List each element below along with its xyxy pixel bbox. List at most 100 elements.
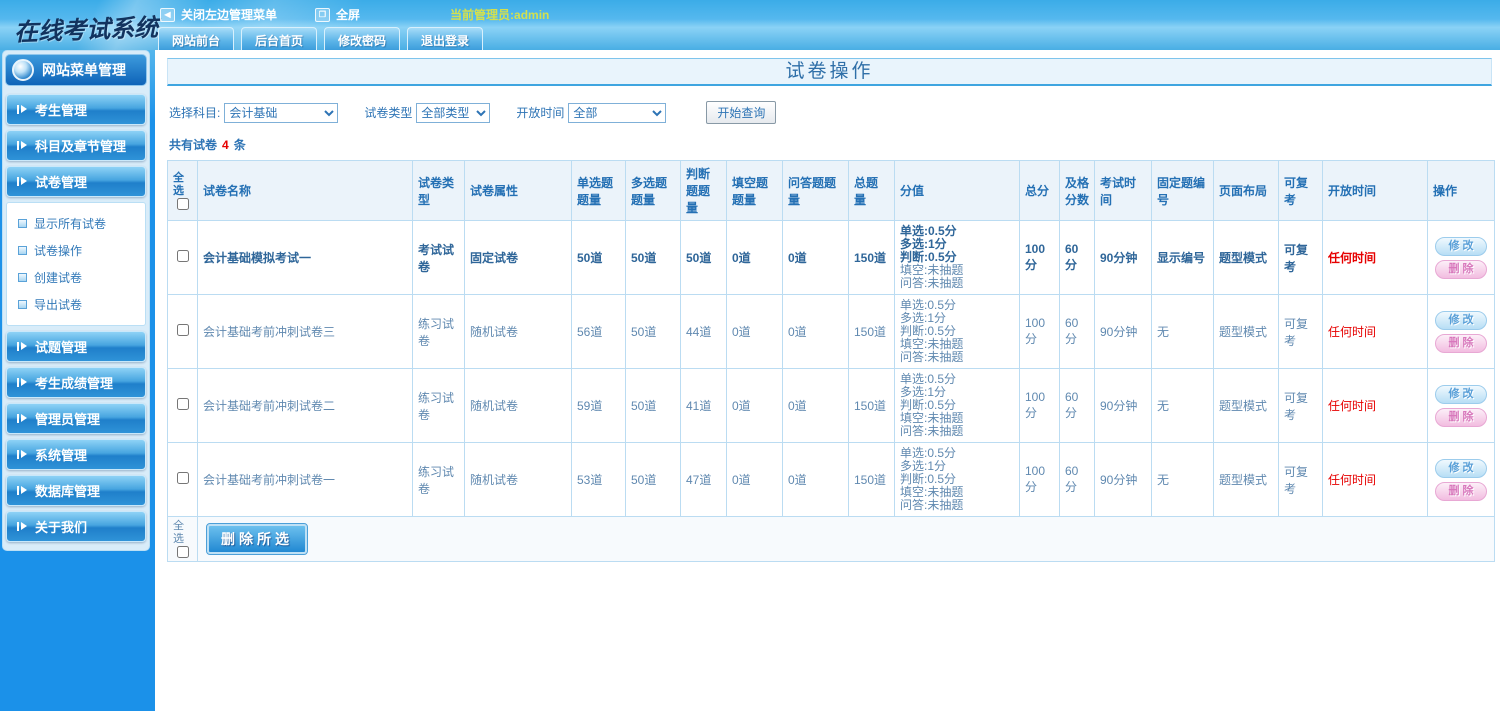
column-header: 分值	[894, 160, 1020, 221]
retake-flag: 可复考	[1278, 442, 1323, 517]
exam-name: 会计基础模拟考试一	[197, 220, 413, 295]
pass-score: 60分	[1059, 220, 1095, 295]
delete-button[interactable]: 删除	[1435, 259, 1487, 279]
sidebar-submenu-item[interactable]: 试卷操作	[11, 237, 141, 264]
sidebar-menu-button[interactable]: 管理员管理	[6, 403, 146, 434]
multi-choice-count: 50道	[625, 220, 681, 295]
square-bullet-icon	[18, 246, 27, 255]
sidebar-menu-button[interactable]: 考生管理	[6, 94, 146, 125]
square-bullet-icon	[18, 273, 27, 282]
result-summary: 共有试卷 4 条	[169, 136, 1492, 153]
delete-button[interactable]: 删除	[1435, 481, 1487, 501]
column-header: 试卷名称	[197, 160, 413, 221]
play-arrow-icon	[17, 342, 27, 351]
sidebar-submenu-item[interactable]: 创建试卷	[11, 264, 141, 291]
table-footer-row: 全选 删除所选	[167, 516, 1495, 562]
fill-blank-count: 0道	[726, 294, 783, 369]
exam-type: 考试试卷	[412, 220, 465, 295]
edit-button[interactable]: 修改	[1435, 384, 1487, 404]
summary-suffix: 条	[233, 138, 246, 152]
footer-select-all-checkbox[interactable]	[176, 546, 189, 558]
open-time: 任何时间	[1322, 220, 1428, 295]
column-header: 总题量	[848, 160, 895, 221]
total-question-count: 150道	[848, 442, 895, 517]
row-actions: 修改 删除	[1427, 220, 1495, 295]
edit-button[interactable]: 修改	[1435, 458, 1487, 478]
select-all-checkbox[interactable]	[176, 197, 189, 210]
table-row: 会计基础模拟考试一 考试试卷 固定试卷 50道 50道 50道 0道 0道 15…	[167, 220, 1495, 295]
page-layout: 题型模式	[1213, 368, 1279, 443]
total-question-count: 150道	[848, 294, 895, 369]
sidebar-submenu-label: 导出试卷	[34, 298, 83, 312]
edit-button[interactable]: 修改	[1435, 236, 1487, 256]
fixed-number: 无	[1151, 368, 1214, 443]
collapse-menu-link[interactable]: ◀ 关闭左边管理菜单	[160, 6, 277, 23]
select-all-header: 全选	[167, 160, 198, 221]
pass-score: 60分	[1059, 442, 1095, 517]
page-layout: 题型模式	[1213, 442, 1279, 517]
select-all-label: 全选	[173, 171, 184, 197]
qa-count: 0道	[782, 220, 849, 295]
exam-time: 90分钟	[1094, 442, 1152, 517]
edit-button[interactable]: 修改	[1435, 310, 1487, 330]
summary-count: 4	[222, 138, 229, 152]
footer-select-cell: 全选	[167, 516, 198, 562]
sidebar-menu-button[interactable]: 关于我们	[6, 511, 146, 542]
sidebar-submenu-item[interactable]: 显示所有试卷	[11, 210, 141, 237]
column-header: 页面布局	[1213, 160, 1279, 221]
exam-table: 全选 试卷名称 试卷类型 试卷属性 单选题题量 多选题题量 判断题题量 填空题题量 问答题题量…	[167, 160, 1495, 562]
sidebar-submenu-item[interactable]: 导出试卷	[11, 291, 141, 318]
open-time: 任何时间	[1322, 368, 1428, 443]
qa-count: 0道	[782, 294, 849, 369]
open-time-select[interactable]: 全部	[568, 102, 667, 123]
column-header: 问答题题量	[782, 160, 849, 221]
sidebar-menu-button[interactable]: 考生成绩管理	[6, 367, 146, 398]
sidebar-submenu-label: 显示所有试卷	[34, 217, 107, 231]
column-header: 试卷类型	[412, 160, 465, 221]
row-checkbox[interactable]	[176, 250, 189, 262]
row-checkbox[interactable]	[176, 472, 189, 484]
row-select-cell	[167, 368, 198, 443]
exam-attr: 随机试卷	[464, 368, 572, 443]
sidebar-menu-button[interactable]: 试题管理	[6, 331, 146, 362]
main-content: 试卷操作 选择科目: 会计基础 试卷类型 全部类型 开放时间 全部 开始查询 共…	[155, 50, 1500, 711]
sidebar-menu-label: 数据库管理	[35, 484, 101, 499]
topbar: 在线考试系统 ◀ 关闭左边管理菜单 ❐ 全屏 当前管理员:admin 网站前台后…	[0, 0, 1500, 54]
sidebar-menu-button[interactable]: 数据库管理	[6, 475, 146, 506]
exam-type-select[interactable]: 全部类型	[416, 102, 491, 123]
play-arrow-icon	[17, 105, 27, 114]
column-header: 判断题题量	[680, 160, 727, 221]
play-arrow-icon	[17, 378, 27, 387]
pass-score: 60分	[1059, 368, 1095, 443]
exam-table-body: 会计基础模拟考试一 考试试卷 固定试卷 50道 50道 50道 0道 0道 15…	[167, 220, 1495, 517]
fill-blank-count: 0道	[726, 368, 783, 443]
sidebar-menu-label: 考生成绩管理	[35, 376, 114, 391]
sidebar-submenu-label: 创建试卷	[34, 271, 83, 285]
sidebar-menu-button[interactable]: 系统管理	[6, 439, 146, 470]
fill-blank-count: 0道	[726, 220, 783, 295]
sidebar-menu-button[interactable]: 试卷管理	[6, 166, 146, 197]
delete-button[interactable]: 删除	[1435, 333, 1487, 353]
table-row: 会计基础考前冲刺试卷三 练习试卷 随机试卷 56道 50道 44道 0道 0道 …	[167, 294, 1495, 369]
delete-button[interactable]: 删除	[1435, 407, 1487, 427]
judge-count: 44道	[680, 294, 727, 369]
search-button[interactable]: 开始查询	[706, 101, 777, 124]
score-detail: 单选:0.5分 多选:1分 判断:0.5分 填空:未抽题 问答:未抽题	[894, 368, 1020, 443]
total-question-count: 150道	[848, 368, 895, 443]
globe-icon	[12, 59, 34, 81]
sidebar-header: 网站菜单管理	[5, 54, 147, 86]
qa-count: 0道	[782, 368, 849, 443]
row-checkbox[interactable]	[176, 398, 189, 410]
delete-selected-button[interactable]: 删除所选	[206, 523, 308, 555]
fullscreen-link[interactable]: ❐ 全屏	[315, 6, 360, 23]
play-arrow-icon	[17, 141, 27, 150]
score-detail: 单选:0.5分 多选:1分 判断:0.5分 填空:未抽题 问答:未抽题	[894, 442, 1020, 517]
table-row: 会计基础考前冲刺试卷一 练习试卷 随机试卷 53道 50道 47道 0道 0道 …	[167, 442, 1495, 517]
row-checkbox[interactable]	[176, 324, 189, 336]
subject-select[interactable]: 会计基础	[224, 102, 339, 123]
play-arrow-icon	[17, 522, 27, 531]
exam-name: 会计基础考前冲刺试卷一	[197, 442, 413, 517]
sidebar-menu-button[interactable]: 科目及章节管理	[6, 130, 146, 161]
sidebar-submenu: 显示所有试卷 试卷操作 创建试卷 导出试卷	[6, 202, 146, 326]
sidebar-menu-label: 试题管理	[35, 340, 88, 355]
